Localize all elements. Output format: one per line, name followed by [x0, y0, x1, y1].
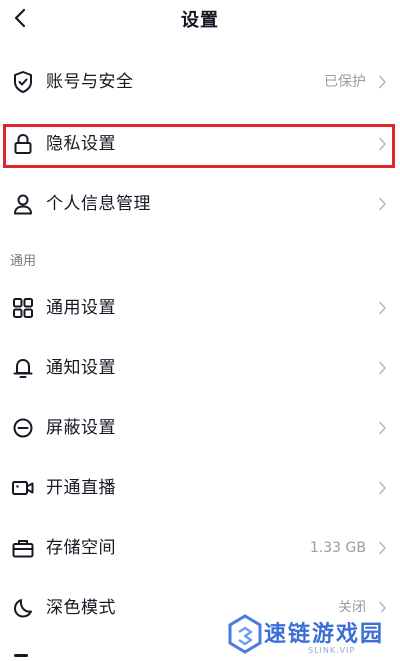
settings-item-label: 账号与安全 — [46, 72, 134, 92]
settings-item-block[interactable]: 屏蔽设置 — [0, 398, 400, 458]
settings-item-account-security[interactable]: 账号与安全 已保护 — [0, 52, 400, 112]
watermark: 速链游戏园 SLINK.VIP — [224, 612, 400, 661]
chevron-right-icon — [376, 539, 388, 557]
moon-icon — [10, 595, 36, 621]
watermark-text: 速链游戏园 — [264, 622, 385, 647]
settings-item-label: 个人信息管理 — [46, 194, 151, 214]
section-title-general: 通用 — [10, 254, 37, 269]
block-icon — [10, 415, 36, 441]
chevron-right-icon — [376, 299, 388, 317]
video-camera-icon — [10, 475, 36, 501]
settings-item-label: 存储空间 — [46, 538, 116, 558]
settings-item-live[interactable]: 开通直播 — [0, 458, 400, 518]
person-icon — [10, 191, 36, 217]
settings-item-personal-info[interactable]: 个人信息管理 — [0, 174, 400, 234]
settings-item-notifications[interactable]: 通知设置 — [0, 338, 400, 398]
watermark-subtext: SLINK.VIP — [308, 646, 356, 655]
highlight-box — [3, 124, 395, 168]
chevron-right-icon — [376, 479, 388, 497]
settings-item-label: 屏蔽设置 — [46, 418, 116, 438]
chevron-right-icon — [376, 73, 388, 91]
settings-item-value: 1.33 GB — [309, 540, 366, 556]
chevron-right-icon — [376, 359, 388, 377]
settings-item-label: 开通直播 — [46, 478, 116, 498]
storage-box-icon — [10, 535, 36, 561]
watermark-logo-icon — [228, 614, 262, 654]
chevron-right-icon — [376, 419, 388, 437]
shield-check-icon — [10, 69, 36, 95]
next-item-icon-partial — [14, 654, 28, 657]
settings-item-value: 已保护 — [324, 74, 366, 90]
settings-item-general[interactable]: 通用设置 — [0, 278, 400, 338]
grid-icon — [10, 295, 36, 321]
settings-item-label: 深色模式 — [46, 598, 116, 618]
settings-item-storage[interactable]: 存储空间 1.33 GB — [0, 518, 400, 578]
chevron-right-icon — [376, 195, 388, 213]
header-bar: 设置 — [0, 0, 400, 38]
page-title: 设置 — [181, 10, 219, 31]
settings-item-label: 通用设置 — [46, 298, 116, 318]
settings-item-label: 通知设置 — [46, 358, 116, 378]
bell-icon — [10, 355, 36, 381]
